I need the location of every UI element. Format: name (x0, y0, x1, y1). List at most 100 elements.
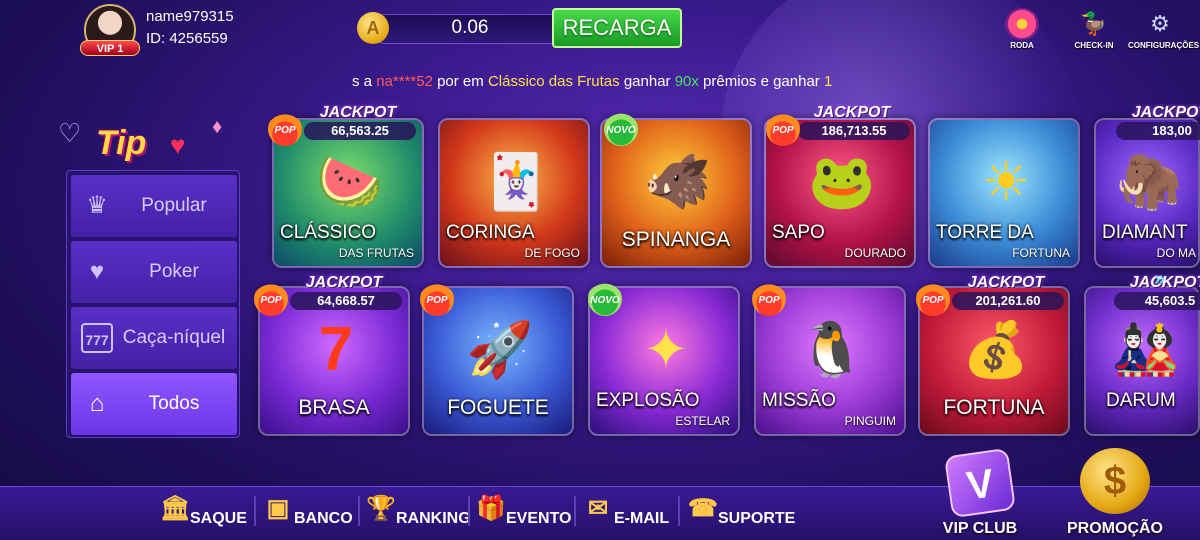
nav-label: SUPORTE (718, 510, 796, 527)
rocket-icon: 🚀 (466, 320, 534, 380)
jackpot-value: 201,261.60 (952, 292, 1064, 310)
sidebar-item-label: Todos (148, 393, 200, 414)
gear-icon: ⚙ (1150, 11, 1170, 36)
nav-label: BANCO (294, 510, 353, 527)
wheel-icon (1005, 8, 1039, 40)
mammoth-icon: 🦣 (1116, 152, 1184, 212)
tip-logo: Tip (96, 124, 147, 162)
seven-icon: 7 (318, 315, 354, 384)
settings-button[interactable]: ⚙ CONFIGURAÇÕES (1128, 8, 1200, 58)
sidebar-item-popular[interactable]: ♛ Popular (71, 175, 237, 237)
check-in-button[interactable]: 🦆 CHECK-IN (1062, 8, 1126, 58)
jackpot-label: JACKPOT (305, 274, 383, 291)
novo-badge: NOVO (604, 112, 638, 146)
game-subtitle: ESTELAR (675, 414, 730, 428)
coin-icon: A (357, 12, 389, 44)
marquee-text: s a (352, 73, 377, 90)
vip-club-label: VIP CLUB (942, 520, 1018, 537)
recharge-button[interactable]: RECARGA (552, 8, 682, 48)
game-title: CORINGA (446, 222, 535, 243)
pop-badge: POP (268, 112, 302, 146)
nav-divider (468, 496, 470, 526)
game-title: SPINANGA (621, 228, 731, 251)
marquee-player: na****52 (376, 73, 433, 90)
roda-button[interactable]: RODA (990, 8, 1054, 58)
jackpot-label: JACKPOT (1131, 104, 1200, 121)
jackpot-value: 64,668.57 (290, 292, 402, 310)
vip-crown-icon: V (943, 447, 1017, 519)
balance-value: 0.06 (451, 17, 489, 38)
pop-badge: POP (766, 112, 800, 146)
sun-icon: ☀ (981, 152, 1031, 212)
safe-icon: ▣ (266, 495, 290, 522)
frog-icon: 🐸 (808, 152, 876, 212)
pop-badge: POP (752, 282, 786, 316)
star-icon: ✦ (643, 320, 689, 380)
user-id: ID: 4256559 (146, 30, 228, 47)
jackpot-tag: JACKPOT 64,668.57 (284, 274, 404, 310)
nav-divider (254, 496, 256, 526)
jackpot-tag: JACKPOT 186,713.55 (792, 104, 912, 140)
jester-icon: 🃏 (482, 152, 550, 212)
nav-divider (678, 496, 680, 526)
duck-icon: 🦆 (1080, 11, 1108, 36)
jackpot-value: 66,563.25 (304, 122, 416, 140)
sidebar-item-slots[interactable]: 777 Caça-níquel (71, 307, 237, 369)
pop-badge: POP (254, 282, 288, 316)
marquee-text: prêmios e ganhar (698, 73, 824, 90)
nav-label: SAQUE (190, 510, 247, 527)
roda-label: RODA (1010, 41, 1034, 50)
marquee-amount: 1 (823, 73, 833, 90)
game-card-torre-da-fortuna[interactable]: ☀ TORRE DA FORTUNA (928, 118, 1080, 268)
marquee-multiplier: 90x (674, 73, 699, 90)
promotion-button[interactable]: $ PROMOÇÃO (1060, 448, 1170, 540)
check-in-label: CHECK-IN (1074, 41, 1114, 50)
marquee-text: ganhar (619, 73, 675, 90)
bank-building-icon: 🏛 (160, 495, 191, 522)
trophy-icon: 🏆 (366, 495, 396, 522)
nav-label: RANKING (396, 510, 471, 527)
game-subtitle: DAS FRUTAS (338, 246, 414, 260)
winner-marquee: s a na****52 por em Clássico das Frutas … (352, 73, 892, 93)
top-header: VIP 1 name979315 ID: 4256559 A 0.06 RECA… (0, 0, 1200, 64)
game-subtitle: DOURADO (844, 246, 906, 260)
treasure-bowl-icon: 💰 (962, 320, 1030, 380)
pop-badge: POP (916, 282, 950, 316)
sidebar-item-poker[interactable]: ♥ Poker (71, 241, 237, 303)
scroll-right-icon[interactable]: » (1154, 268, 1165, 291)
sidebar-item-label: Caça-níquel (122, 327, 226, 348)
category-sidebar: ♛ Popular ♥ Poker 777 Caça-níquel ⌂ Todo… (66, 170, 240, 438)
jackpot-tag: JACKPOT 201,261.60 (946, 274, 1066, 310)
daruma-icon: 🎎 (1112, 320, 1180, 380)
game-title: DARUM (1106, 390, 1176, 411)
nav-label: E-MAIL (614, 510, 670, 527)
game-subtitle: DE FOGO (524, 246, 580, 260)
sidebar-item-label: Poker (149, 261, 199, 282)
game-title: FORTUNA (943, 396, 1045, 419)
jackpot-label: JACKPOT (967, 274, 1045, 291)
game-title: TORRE DA (936, 222, 1034, 243)
game-title: FOGUETE (447, 396, 549, 419)
watermelon-icon: 🍉 (316, 152, 384, 212)
penguin-icon: 🐧 (798, 320, 866, 380)
nav-label: EVENTO (506, 510, 572, 527)
game-card-coringa-de-fogo[interactable]: 🃏 CORINGA DE FOGO (438, 118, 590, 268)
diamond-icon: ♦ (212, 116, 223, 138)
jackpot-tag: JACKPOT 66,563.25 (298, 104, 418, 140)
game-card-diamante[interactable]: 🦣 DIAMANT DO MA (1094, 118, 1200, 268)
game-title: EXPLOSÃO (596, 390, 700, 411)
jackpot-value: 183,00 (1116, 122, 1200, 140)
envelope-icon: ✉ (587, 495, 609, 522)
jackpot-value: 186,713.55 (798, 122, 910, 140)
support-24h-icon: ☎ (688, 495, 718, 522)
sidebar-item-all[interactable]: ⌂ Todos (71, 373, 237, 435)
vip-badge: VIP 1 (80, 40, 140, 56)
jackpot-value: 45,603.5 (1114, 292, 1200, 310)
vip-club-button[interactable]: V VIP CLUB (930, 447, 1030, 540)
settings-label: CONFIGURAÇÕES (1128, 41, 1200, 50)
username: name979315 (146, 8, 234, 25)
game-title: SAPO (772, 222, 825, 243)
game-title: CLÁSSICO (280, 222, 377, 243)
jackpot-label: JACKPOT (813, 104, 891, 121)
pop-badge: POP (420, 282, 454, 316)
